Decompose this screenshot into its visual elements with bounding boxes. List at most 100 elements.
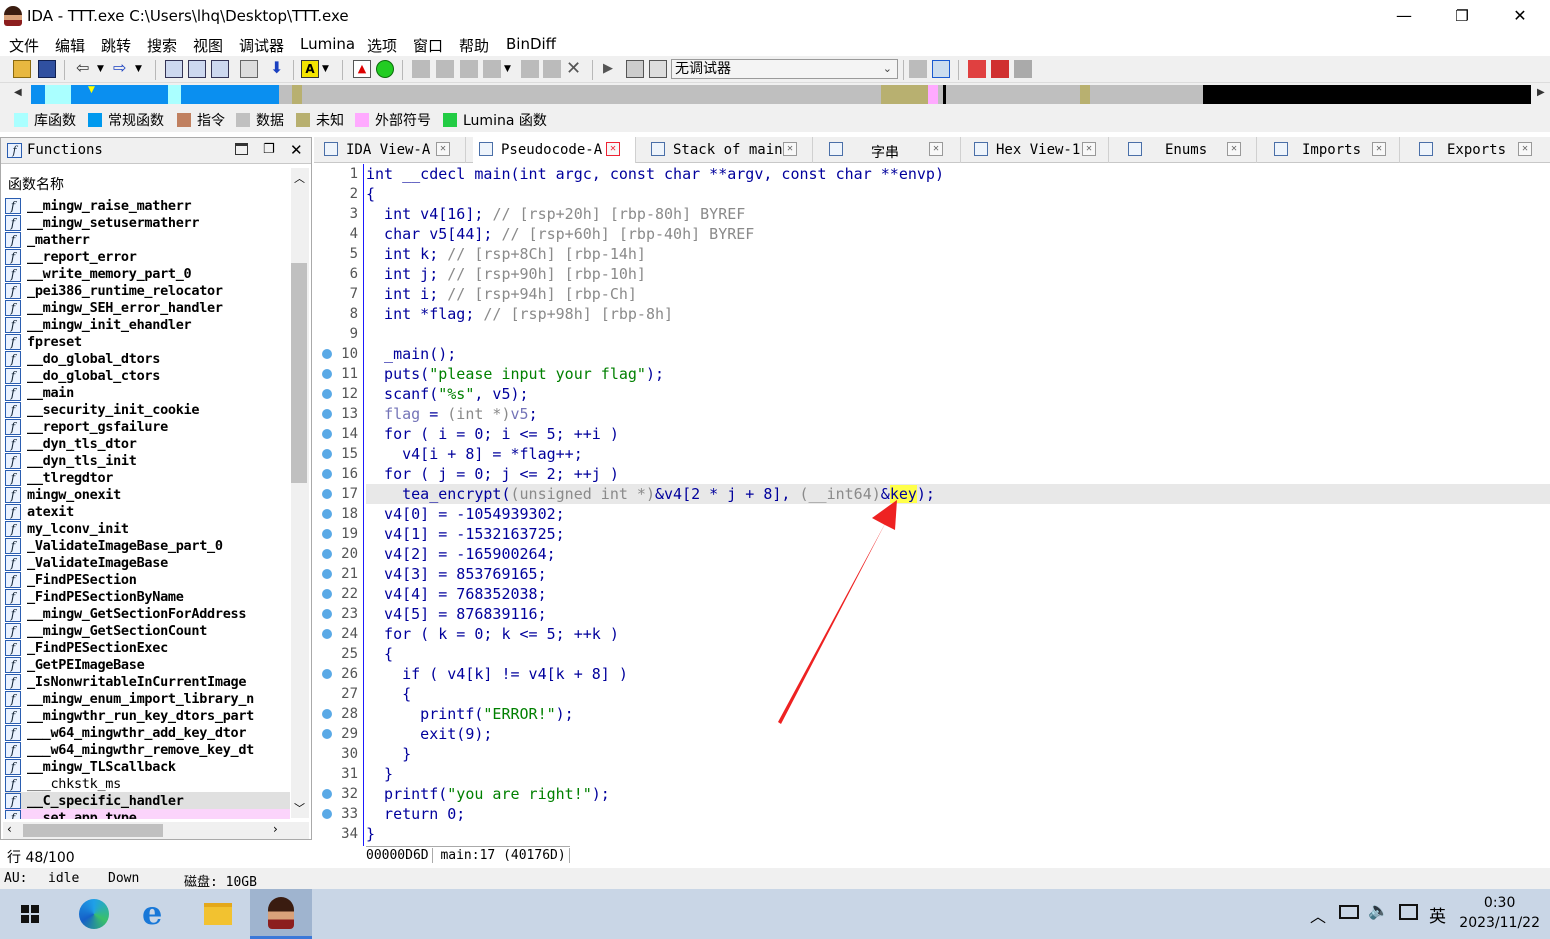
function-list-item[interactable]: f mingw_onexit: [5, 486, 290, 503]
code-line[interactable]: for ( k = 0; k <= 5; ++k ): [366, 624, 619, 644]
graph-icon[interactable]: [412, 60, 430, 78]
code-line[interactable]: for ( j = 0; j <= 2; ++j ): [366, 464, 619, 484]
breakpoint-dot-icon[interactable]: [322, 429, 332, 439]
tab-ida-view-a[interactable]: IDA View-A ✕: [318, 137, 466, 163]
tab-enums[interactable]: Enums ✕: [1122, 137, 1257, 163]
close-tab-icon[interactable]: ✕: [436, 142, 450, 156]
code-line[interactable]: scanf("%s", v5);: [366, 384, 529, 404]
tab-stack-of-main[interactable]: Stack of main ✕: [645, 137, 813, 163]
scroll-right-icon[interactable]: ›: [273, 822, 278, 836]
debugger-select[interactable]: 无调试器 ⌄: [671, 59, 898, 79]
decompile-icon[interactable]: [932, 60, 950, 78]
breakpoint-dot-icon[interactable]: [322, 469, 332, 479]
edge-icon[interactable]: [63, 889, 125, 939]
function-list-item[interactable]: f _matherr: [5, 231, 290, 248]
hex-icon[interactable]: [543, 60, 561, 78]
tab-pseudocode-a[interactable]: Pseudocode-A ✕: [473, 137, 636, 163]
code-line[interactable]: {: [366, 184, 375, 204]
function-list-item[interactable]: f __mingw_TLScallback: [5, 758, 290, 775]
function-list-item[interactable]: f __set_app_type: [5, 809, 290, 819]
breakpoint-dot-icon[interactable]: [322, 549, 332, 559]
navigation-strip[interactable]: ▼: [31, 85, 1531, 104]
search-immediate-icon[interactable]: [211, 60, 229, 78]
menu-help[interactable]: 帮助: [459, 35, 489, 56]
breakpoint-dot-icon[interactable]: [322, 449, 332, 459]
breakpoint-dot-icon[interactable]: [322, 729, 332, 739]
function-list-item[interactable]: f _IsNonwritableInCurrentImage: [5, 673, 290, 690]
function-list-item[interactable]: f __dyn_tls_dtor: [5, 435, 290, 452]
debug-attach-icon[interactable]: [909, 60, 927, 78]
menu-view[interactable]: 视图: [193, 35, 223, 56]
function-list-item[interactable]: f _GetPEImageBase: [5, 656, 290, 673]
function-list-item[interactable]: f ___w64_mingwthr_add_key_dtor: [5, 724, 290, 741]
function-list-item[interactable]: f __C_specific_handler: [5, 792, 290, 809]
function-list-item[interactable]: f fpreset: [5, 333, 290, 350]
breakpoint-dot-icon[interactable]: [322, 409, 332, 419]
scroll-left-icon[interactable]: ‹: [7, 822, 12, 836]
ida-taskbar-icon[interactable]: [250, 889, 312, 939]
code-line[interactable]: return 0;: [366, 804, 465, 824]
text-color-icon[interactable]: A: [301, 60, 319, 78]
tab-imports[interactable]: Imports ✕: [1268, 137, 1400, 163]
cancel-icon[interactable]: ✕: [566, 60, 584, 78]
search-text-icon[interactable]: [188, 60, 206, 78]
code-line[interactable]: }: [366, 824, 375, 844]
tab-hex-view-1[interactable]: Hex View-1 ✕: [968, 137, 1109, 163]
notification-icon[interactable]: [1399, 904, 1418, 920]
float-panel-icon[interactable]: ❐: [263, 142, 275, 157]
xref-dropdown-icon[interactable]: ▼: [504, 60, 522, 78]
code-line[interactable]: v4[1] = -1532163725;: [366, 524, 565, 544]
menu-jump[interactable]: 跳转: [101, 35, 131, 56]
function-list-item[interactable]: f _FindPESection: [5, 571, 290, 588]
close-panel-icon[interactable]: ✕: [290, 141, 303, 159]
breakpoint-dot-icon[interactable]: [322, 789, 332, 799]
close-tab-icon[interactable]: ✕: [1082, 142, 1096, 156]
horizontal-scroll-thumb[interactable]: [23, 824, 163, 837]
ime-indicator[interactable]: 英: [1429, 902, 1446, 927]
function-list-item[interactable]: f __mingw_enum_import_library_n: [5, 690, 290, 707]
search-binary-icon[interactable]: [165, 60, 183, 78]
function-list-item[interactable]: f _ValidateImageBase_part_0: [5, 537, 290, 554]
network-icon[interactable]: [1339, 905, 1359, 919]
breakpoint-icon[interactable]: ▲: [353, 60, 371, 78]
breakpoint-dot-icon[interactable]: [322, 809, 332, 819]
function-list-item[interactable]: f __mingw_SEH_error_handler: [5, 299, 290, 316]
tools-icon[interactable]: [1014, 60, 1032, 78]
close-tab-icon[interactable]: ✕: [1518, 142, 1532, 156]
function-list-item[interactable]: f _pei386_runtime_relocator: [5, 282, 290, 299]
menu-file[interactable]: 文件: [9, 35, 39, 56]
code-line[interactable]: v4[i + 8] = *flag++;: [366, 444, 583, 464]
xref-icon[interactable]: [483, 60, 501, 78]
breakpoint-dot-icon[interactable]: [322, 669, 332, 679]
breakpoint-dot-icon[interactable]: [322, 589, 332, 599]
close-tab-icon[interactable]: ✕: [783, 142, 797, 156]
code-line[interactable]: {: [366, 684, 411, 704]
menu-debugger[interactable]: 调试器: [239, 35, 284, 56]
forward-arrow-icon[interactable]: ⇨: [113, 60, 131, 78]
jump-down-icon[interactable]: ⬇: [270, 60, 288, 78]
back-arrow-icon[interactable]: ⇦: [76, 60, 94, 78]
breakpoint-dot-icon[interactable]: [322, 629, 332, 639]
nav-left-icon[interactable]: ◀: [14, 87, 22, 98]
code-line[interactable]: for ( i = 0; i <= 5; ++i ): [366, 424, 619, 444]
breakpoint-dot-icon[interactable]: [322, 389, 332, 399]
file-explorer-icon[interactable]: [187, 889, 249, 939]
code-line[interactable]: int v4[16]; // [rsp+20h] [rbp-80h] BYREF: [366, 204, 745, 224]
open-icon[interactable]: [13, 60, 31, 78]
pause-icon[interactable]: [626, 60, 644, 78]
code-line[interactable]: int k; // [rsp+8Ch] [rbp-14h]: [366, 244, 646, 264]
vertical-scroll-thumb[interactable]: [291, 263, 307, 483]
function-list-item[interactable]: f __mingw_GetSectionForAddress: [5, 605, 290, 622]
code-line[interactable]: int *flag; // [rsp+98h] [rbp-8h]: [366, 304, 673, 324]
menu-bindiff[interactable]: BinDiff: [506, 35, 556, 53]
close-tab-icon[interactable]: ✕: [1372, 142, 1386, 156]
function-list-item[interactable]: f __dyn_tls_init: [5, 452, 290, 469]
tab-exports[interactable]: Exports ✕: [1413, 137, 1550, 163]
function-list-item[interactable]: f __tlregdtor: [5, 469, 290, 486]
code-line[interactable]: v4[5] = 876839116;: [366, 604, 547, 624]
system-clock[interactable]: 0:30 2023/11/22: [1459, 893, 1540, 933]
structure-icon[interactable]: [460, 60, 478, 78]
bindiff-icon[interactable]: [968, 60, 986, 78]
scroll-up-icon[interactable]: ︿: [294, 170, 305, 186]
function-list-item[interactable]: f _FindPESectionByName: [5, 588, 290, 605]
